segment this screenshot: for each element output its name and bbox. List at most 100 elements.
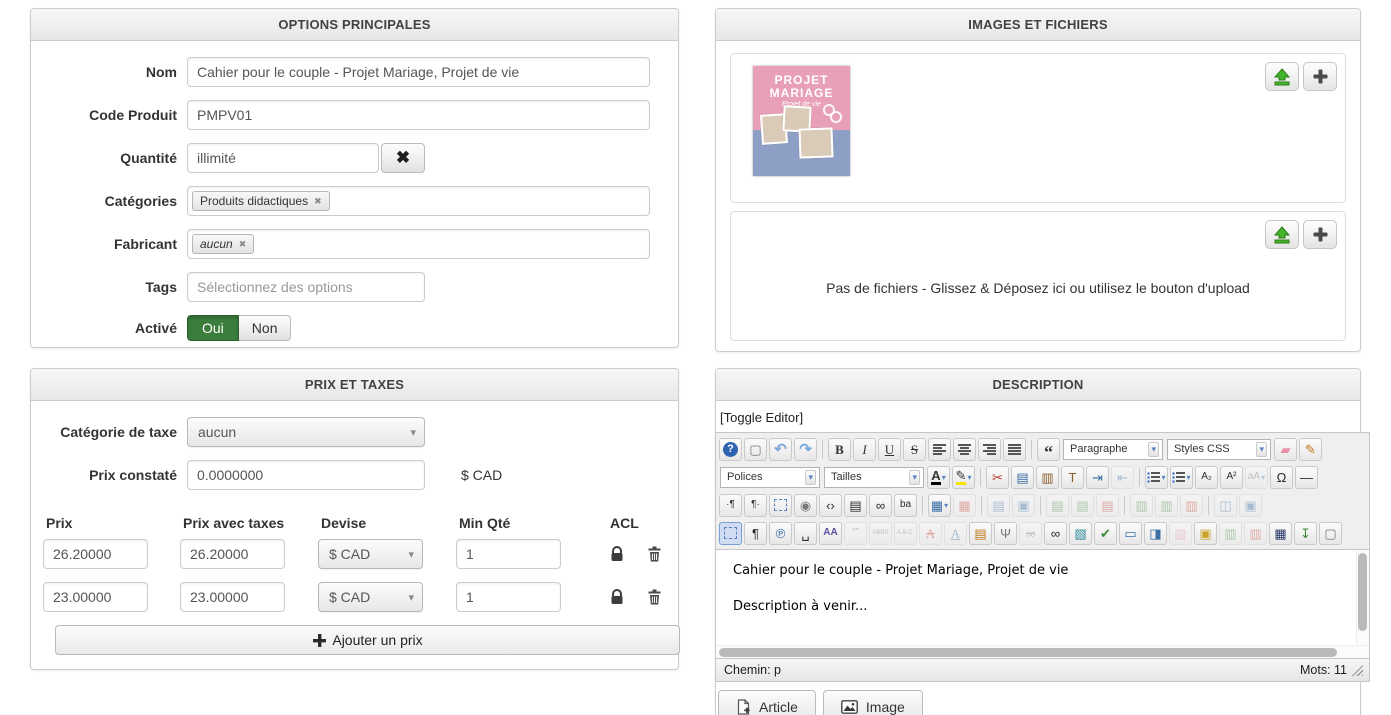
chevron-down-icon[interactable]: ▾: [1161, 473, 1165, 482]
currency-select[interactable]: $ CAD ▾: [318, 582, 423, 612]
quantite-input[interactable]: [187, 143, 379, 173]
add-price-button[interactable]: Ajouter un prix: [55, 625, 680, 655]
toolbar-button-link[interactable]: ∞: [1044, 521, 1067, 545]
insert-article-button[interactable]: Article: [718, 690, 816, 715]
price-input[interactable]: [43, 582, 148, 612]
toolbar-button-visual-aid[interactable]: [719, 521, 742, 545]
toolbar-button-cleanup-code[interactable]: ✎: [1299, 437, 1322, 461]
toolbar-button-visual-characters[interactable]: AA: [819, 521, 842, 545]
add-file-button[interactable]: [1303, 220, 1337, 249]
toolbar-select-paragraph-format[interactable]: Paragraphe ▾: [1063, 438, 1163, 460]
toolbar-button-print[interactable]: ▤: [844, 493, 867, 517]
horizontal-scrollbar-thumb[interactable]: [719, 648, 1337, 657]
code-produit-input[interactable]: [187, 100, 650, 130]
toolbar-button-right-to-left[interactable]: ¶·: [744, 493, 767, 517]
acl-lock-icon[interactable]: [610, 589, 624, 605]
price-input[interactable]: [43, 539, 148, 569]
editor-content-area[interactable]: Cahier pour le couple - Projet Mariage, …: [716, 549, 1369, 645]
toolbar-button-paste-as-text[interactable]: T: [1061, 465, 1084, 489]
tax-category-select[interactable]: aucun ▾: [187, 417, 425, 447]
toolbar-button-remove-format[interactable]: ▰: [1274, 437, 1297, 461]
images-dropzone[interactable]: PROJET MARIAGE Projet de vie: [730, 53, 1346, 203]
toolbar-button-subscript[interactable]: A₂: [1195, 465, 1218, 489]
remove-category-icon[interactable]: ✖: [314, 196, 322, 207]
files-dropzone[interactable]: Pas de fichiers - Glissez & Déposez ici …: [730, 211, 1346, 341]
toolbar-button-copy[interactable]: ▤: [1011, 465, 1034, 489]
vertical-scrollbar-thumb[interactable]: [1358, 553, 1367, 631]
chevron-down-icon[interactable]: ▾: [944, 501, 948, 510]
toolbar-button-insert-image[interactable]: ▧: [1069, 521, 1092, 545]
fabricant-field[interactable]: aucun ✖: [187, 229, 650, 259]
resize-grip[interactable]: [1352, 664, 1363, 676]
toolbar-button-html-source[interactable]: ‹›: [819, 493, 842, 517]
toolbar-button-left-to-right[interactable]: ·¶: [719, 493, 742, 517]
toolbar-button-indent[interactable]: ⇥: [1086, 465, 1109, 489]
toggle-non-button[interactable]: Non: [238, 315, 292, 341]
toolbar-button-fullscreen[interactable]: [769, 493, 792, 517]
chevron-down-icon[interactable]: ▾: [1148, 441, 1159, 457]
currency-select[interactable]: $ CAD ▾: [318, 539, 423, 569]
toolbar-button-superscript[interactable]: A²: [1220, 465, 1243, 489]
toolbar-button-undo[interactable]: ↶: [769, 437, 792, 461]
clear-quantity-button[interactable]: ✖: [381, 143, 425, 173]
toolbar-button-text-color[interactable]: A ▾: [927, 465, 950, 489]
toolbar-button-redo[interactable]: ↷: [794, 437, 817, 461]
toolbar-button-full-page[interactable]: ▢: [1319, 521, 1342, 545]
toolbar-button-image-gallery[interactable]: ▣: [1194, 521, 1217, 545]
chevron-down-icon[interactable]: ▾: [1256, 441, 1267, 457]
toolbar-button-align-justify[interactable]: [1003, 437, 1026, 461]
upload-image-button[interactable]: [1265, 62, 1299, 91]
toolbar-button-bold[interactable]: B: [828, 437, 851, 461]
toolbar-button-blockquote[interactable]: “: [1037, 437, 1060, 461]
price-with-tax-input[interactable]: [180, 539, 285, 569]
toolbar-button-edit-attributes[interactable]: ▤: [969, 521, 992, 545]
insert-image-button[interactable]: Image: [822, 690, 923, 715]
acl-lock-icon[interactable]: [610, 546, 624, 562]
delete-price-icon[interactable]: [648, 546, 661, 562]
toolbar-button-horizontal-rule[interactable]: —: [1295, 465, 1318, 489]
toolbar-button-align-left[interactable]: [928, 437, 951, 461]
chevron-down-icon[interactable]: ▾: [909, 469, 920, 485]
toolbar-button-bullet-list[interactable]: ▾: [1170, 465, 1193, 489]
toolbar-button-non-breaking-space[interactable]: ␣: [794, 521, 817, 545]
chevron-down-icon[interactable]: ▾: [1261, 473, 1265, 482]
toolbar-button-spell-check[interactable]: ✔: [1094, 521, 1117, 545]
toolbar-button-find[interactable]: ∞: [869, 493, 892, 517]
chevron-down-icon[interactable]: ▾: [942, 473, 946, 482]
toolbar-button-strikethrough[interactable]: S: [903, 437, 926, 461]
toolbar-button-style-properties[interactable]: ℗: [769, 521, 792, 545]
toolbar-button-find-replace[interactable]: ba: [894, 493, 917, 517]
toolbar-button-highlight-color[interactable]: ✎ ▾: [952, 465, 975, 489]
prix-constate-input[interactable]: [187, 460, 425, 490]
toggle-oui-button[interactable]: Oui: [187, 315, 239, 341]
chevron-down-icon[interactable]: ▾: [967, 473, 971, 482]
horizontal-scrollbar[interactable]: [716, 645, 1369, 658]
toolbar-button-insert-table[interactable]: ▦ ▾: [928, 493, 951, 517]
toolbar-button-cut[interactable]: ✂: [986, 465, 1009, 489]
upload-file-button[interactable]: [1265, 220, 1299, 249]
delete-price-icon[interactable]: [648, 589, 661, 605]
add-image-button[interactable]: [1303, 62, 1337, 91]
product-image-thumbnail[interactable]: PROJET MARIAGE Projet de vie: [753, 66, 850, 176]
min-qty-input[interactable]: [456, 539, 561, 569]
toolbar-button-align-center[interactable]: [953, 437, 976, 461]
min-qty-input[interactable]: [456, 582, 561, 612]
toolbar-button-anchor[interactable]: Ψ: [994, 521, 1017, 545]
toolbar-button-underline[interactable]: U: [878, 437, 901, 461]
toolbar-button-insert-template[interactable]: ↧: [1294, 521, 1317, 545]
toggle-editor-link[interactable]: [Toggle Editor]: [716, 401, 807, 432]
toolbar-button-italic[interactable]: I: [853, 437, 876, 461]
toolbar-button-new-document[interactable]: ▢: [744, 437, 767, 461]
toolbar-select-font-size[interactable]: Tailles ▾: [824, 466, 924, 488]
toolbar-select-css-styles[interactable]: Styles CSS ▾: [1167, 438, 1271, 460]
toolbar-button-align-right[interactable]: [978, 437, 1001, 461]
nom-input[interactable]: [187, 57, 650, 87]
vertical-scrollbar[interactable]: [1356, 550, 1369, 645]
toolbar-select-font-family[interactable]: Polices ▾: [720, 466, 820, 488]
price-with-tax-input[interactable]: [180, 582, 285, 612]
chevron-down-icon[interactable]: ▾: [805, 469, 816, 485]
remove-fabricant-icon[interactable]: ✖: [239, 239, 247, 250]
toolbar-button-absolute-position[interactable]: ◨: [1144, 521, 1167, 545]
toolbar-button-paste[interactable]: ▥: [1036, 465, 1059, 489]
tags-input[interactable]: [187, 272, 425, 302]
